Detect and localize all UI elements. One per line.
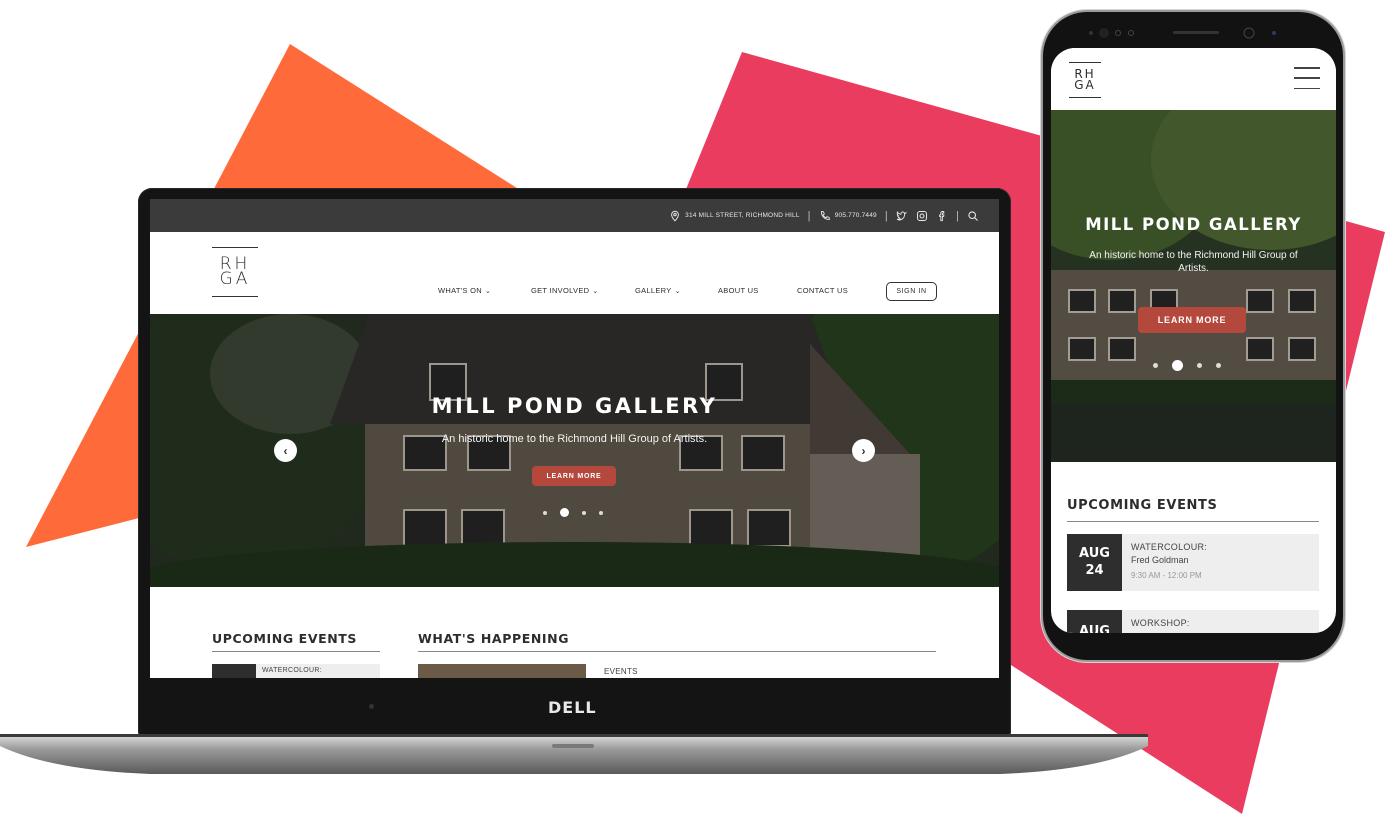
nav-label: ABOUT US <box>718 286 759 295</box>
event-date-month: AUG <box>1079 624 1110 633</box>
phone-item[interactable]: 905.770.7449 <box>819 210 877 222</box>
site-header: RH GA WHAT'S ON ⌄ GET INVOLVED ⌄ GALLERY ⌄ … <box>150 232 999 314</box>
nav-item-about-us[interactable]: ABOUT US <box>718 286 797 295</box>
carousel-dots <box>543 508 603 517</box>
chevron-right-icon: › <box>861 443 866 458</box>
facebook-icon[interactable] <box>936 210 948 222</box>
event-host: Fred Goldman <box>1131 555 1189 565</box>
carousel-dot-4[interactable] <box>599 510 603 515</box>
event-name: WATERCOLOUR: <box>262 667 322 674</box>
phone-screen: RH GA MILL POND GALLERY An historic home… <box>1051 48 1336 633</box>
phone-icon <box>820 210 830 220</box>
laptop-camera <box>369 704 374 709</box>
mobile-event-card[interactable]: AUG 24 WATERCOLOUR: Fred Goldman 9:30 AM… <box>1067 534 1319 591</box>
event-date: AUG <box>1067 610 1122 633</box>
nav-label: GET INVOLVED <box>531 286 590 295</box>
mobile-upcoming-events-heading: UPCOMING EVENTS <box>1067 498 1319 522</box>
topbar-separator: | <box>807 209 811 222</box>
twitter-icon[interactable] <box>896 210 908 222</box>
event-date-month: AUG <box>212 664 256 678</box>
site-logo[interactable]: RH GA <box>212 247 258 297</box>
carousel-dot-1[interactable] <box>543 510 547 515</box>
mobile-carousel-dot-2[interactable] <box>1172 360 1183 371</box>
instagram-icon[interactable] <box>916 210 928 222</box>
mobile-hero-title: MILL POND GALLERY <box>1085 215 1302 234</box>
event-name: WATERCOLOUR: <box>1131 542 1208 552</box>
event-date-day: 24 <box>1085 563 1104 578</box>
phone-sensors <box>1089 27 1276 39</box>
address-item[interactable]: 314 MILL STREET, RICHMOND HILL <box>669 210 799 222</box>
laptop-screen: 314 MILL STREET, RICHMOND HILL | 905.770… <box>150 199 999 678</box>
chevron-left-icon: ‹ <box>283 443 288 458</box>
hamburger-menu-icon[interactable] <box>1294 67 1320 89</box>
event-name: WORKSHOP: <box>1131 618 1190 628</box>
carousel-prev-button[interactable]: ‹ <box>274 439 297 462</box>
topbar-separator: | <box>884 209 888 222</box>
home-content: UPCOMING EVENTS WHAT'S HAPPENING AUG WAT… <box>150 587 999 678</box>
laptop-topbar: 314 MILL STREET, RICHMOND HILL | 905.770… <box>150 199 999 232</box>
phone-text: 905.770.7449 <box>834 212 877 219</box>
topbar-separator: | <box>955 209 959 222</box>
mobile-hero-subtitle: An historic home to the Richmond Hill Gr… <box>1089 250 1298 274</box>
chevron-down-icon: ⌄ <box>674 287 681 295</box>
mobile-hero-carousel: MILL POND GALLERY An historic home to th… <box>1051 110 1336 462</box>
search-icon[interactable] <box>967 210 979 222</box>
carousel-dot-2[interactable] <box>560 508 569 517</box>
nav-label: CONTACT US <box>797 286 849 295</box>
nav-label: GALLERY <box>635 286 672 295</box>
event-date: AUG 24 <box>1067 534 1122 591</box>
event-card[interactable]: AUG WATERCOLOUR: <box>212 664 380 678</box>
chevron-down-icon: ⌄ <box>592 287 599 295</box>
mobile-hero-image <box>1051 110 1336 462</box>
event-date-month: AUG <box>1079 546 1110 561</box>
laptop-base <box>0 734 1148 774</box>
sign-in-button[interactable]: SIGN IN <box>886 282 937 301</box>
nav-item-contact-us[interactable]: CONTACT US <box>797 286 877 295</box>
upcoming-events-heading: UPCOMING EVENTS <box>212 631 380 652</box>
learn-more-button[interactable]: LEARN MORE <box>532 466 616 486</box>
laptop-brand-logo: DELL <box>548 698 597 717</box>
chevron-down-icon: ⌄ <box>485 287 492 295</box>
mobile-carousel-dot-3[interactable] <box>1197 363 1202 368</box>
whats-happening-category: EVENTS <box>604 667 638 676</box>
whats-happening-image[interactable] <box>418 664 586 678</box>
main-nav: WHAT'S ON ⌄ GET INVOLVED ⌄ GALLERY ⌄ ABOUT … <box>438 286 877 295</box>
mobile-carousel-dot-4[interactable] <box>1216 363 1221 368</box>
whats-happening-heading: WHAT'S HAPPENING <box>418 631 936 652</box>
carousel-dot-3[interactable] <box>582 510 586 515</box>
nav-label: WHAT'S ON <box>438 286 482 295</box>
nav-item-gallery[interactable]: GALLERY ⌄ <box>635 286 718 295</box>
logo-line-2: GA <box>219 269 251 289</box>
mobile-site-logo[interactable]: RH GA <box>1069 62 1101 98</box>
nav-item-get-involved[interactable]: GET INVOLVED ⌄ <box>531 286 635 295</box>
hero-carousel: MILL POND GALLERY An historic home to th… <box>150 314 999 587</box>
hero-title: MILL POND GALLERY <box>431 394 718 418</box>
mobile-learn-more-button[interactable]: LEARN MORE <box>1138 307 1246 333</box>
logo-line-2: GA <box>1074 78 1096 92</box>
mobile-carousel-dots <box>1153 360 1221 371</box>
mobile-event-card[interactable]: AUG WORKSHOP: <box>1067 610 1319 633</box>
mobile-header: RH GA <box>1051 48 1336 110</box>
location-pin-icon <box>671 210 680 222</box>
event-time: 9:30 AM - 12:00 PM <box>1131 571 1202 580</box>
nav-item-whats-on[interactable]: WHAT'S ON ⌄ <box>438 286 531 295</box>
carousel-next-button[interactable]: › <box>852 439 875 462</box>
address-text: 314 MILL STREET, RICHMOND HILL <box>685 212 800 219</box>
mobile-carousel-dot-1[interactable] <box>1153 363 1158 368</box>
